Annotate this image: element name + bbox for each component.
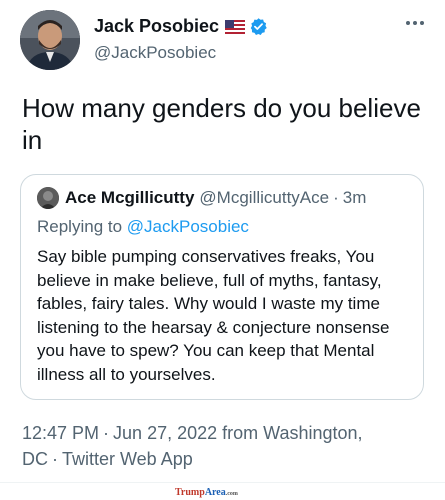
tweet-date-location[interactable]: Jun 27, 2022 from Washington, <box>113 423 362 443</box>
tweet: Jack Posobiec @JackPosobiec How many gen… <box>0 0 445 500</box>
verified-badge-icon <box>249 17 268 36</box>
divider <box>0 482 445 483</box>
quoted-tweet[interactable]: Ace Mcgillicutty @McgillicuttyAce · 3m R… <box>20 174 424 400</box>
quoted-tweet-header: Ace Mcgillicutty @McgillicuttyAce · 3m <box>37 187 366 209</box>
tweet-time[interactable]: 12:47 PM <box>22 423 99 443</box>
author-name-row: Jack Posobiec <box>94 16 268 37</box>
tweet-source[interactable]: Twitter Web App <box>62 449 193 469</box>
watermark: TrumpArea.com <box>175 487 238 498</box>
quoted-author-avatar <box>37 187 59 209</box>
replying-to-label: Replying to <box>37 217 127 236</box>
author-avatar[interactable] <box>20 10 80 70</box>
author-handle[interactable]: @JackPosobiec <box>94 43 216 63</box>
meta-separator: · <box>103 423 110 443</box>
us-flag-icon <box>225 19 246 34</box>
quoted-author-handle[interactable]: @McgillicuttyAce <box>199 188 329 208</box>
watermark-suffix: .com <box>225 491 238 497</box>
tweet-location-cont: DC <box>22 449 48 469</box>
more-options-icon[interactable] <box>404 16 426 28</box>
author-display-name[interactable]: Jack Posobiec <box>94 16 219 37</box>
watermark-brand-2: Area <box>204 487 226 498</box>
meta-separator: · <box>52 449 58 469</box>
watermark-brand: Trump <box>175 487 205 498</box>
replying-to-mention[interactable]: @JackPosobiec <box>127 217 249 236</box>
quoted-tweet-time[interactable]: 3m <box>343 188 367 208</box>
quoted-author-name[interactable]: Ace Mcgillicutty <box>65 188 194 208</box>
separator-dot: · <box>333 188 339 207</box>
tweet-meta: 12:47 PM · Jun 27, 2022 from Washington, D… <box>22 420 422 472</box>
meta-line-1: 12:47 PM · Jun 27, 2022 from Washington, <box>22 420 422 446</box>
quoted-tweet-text: Say bible pumping conservatives freaks, … <box>37 247 390 384</box>
replying-to: Replying to @JackPosobiec <box>37 217 249 237</box>
tweet-text: How many genders do you believe in <box>22 93 421 155</box>
meta-line-2: DC · Twitter Web App <box>22 446 422 472</box>
